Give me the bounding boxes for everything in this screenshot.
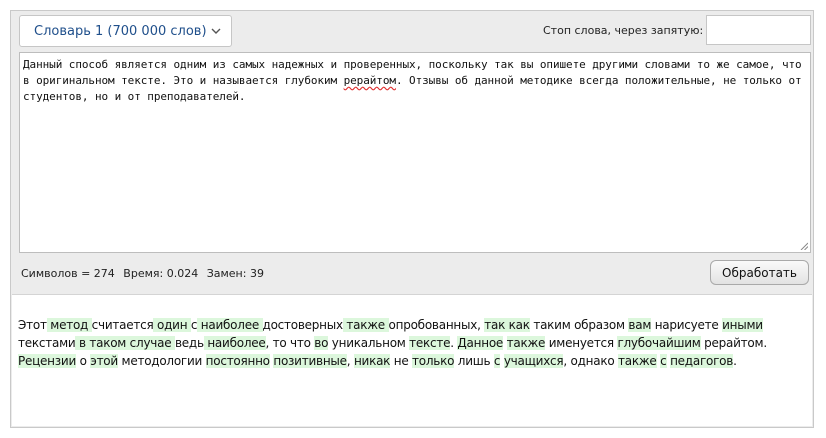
replaced-word: тексте: [409, 336, 451, 350]
result-text-part: , однако: [563, 354, 619, 368]
replaced-word: наиболее: [197, 318, 263, 332]
replaced-word: с: [660, 354, 667, 368]
replaced-word: также: [506, 336, 546, 350]
result-text-part: таким образом: [529, 318, 629, 332]
result-text-part: .: [733, 354, 737, 368]
result-text-part: Этот: [18, 318, 47, 332]
result-text-part: методологии: [117, 354, 206, 368]
result-text-part: не: [390, 354, 413, 368]
replaced-word: вам: [628, 318, 652, 332]
result-text-part: рерайтом.: [700, 336, 767, 350]
result-text: Этот метод считается один с наиболее дос…: [12, 294, 812, 426]
replaced-word: позитивные: [273, 354, 347, 368]
processing-time: Время: 0.024: [123, 267, 199, 280]
synonymizer-panel: Словарь 1 (700 000 слов) Стоп слова, чер…: [10, 10, 814, 428]
replaced-word: так как: [484, 318, 530, 332]
result-text-part: ,: [346, 354, 354, 368]
result-text-part: текстами: [18, 336, 76, 350]
result-text-part: опробованных: [388, 318, 478, 332]
process-button[interactable]: Обработать: [710, 260, 809, 285]
replaced-word: никак: [353, 354, 391, 368]
result-text-part: считается: [91, 318, 154, 332]
replaced-word: Данное: [457, 336, 504, 350]
replaced-word: постоянно: [205, 354, 270, 368]
stats-bar: Символов = 274 Время: 0.024 Замен: 39: [21, 267, 269, 280]
result-text-part: лишь: [454, 354, 494, 368]
dictionary-select-label: Словарь 1 (700 000 слов): [34, 24, 207, 39]
replaced-word: педагогов: [670, 354, 734, 368]
chevron-down-icon: [211, 28, 221, 34]
replaced-word: в таком случае: [75, 336, 175, 350]
result-text-part: нарисуете: [651, 318, 723, 332]
misspelled-word: рерайтом: [343, 74, 396, 87]
stopwords-label: Стоп слова, через запятую:: [543, 24, 704, 37]
replaced-word: Рецензии: [18, 354, 76, 368]
replaced-word: наиболее: [203, 336, 266, 350]
replaced-word: только: [412, 354, 455, 368]
replacements-count: Замен: 39: [206, 267, 264, 280]
symbols-count: Символов = 274: [21, 267, 115, 280]
replaced-word: глубочайшим: [617, 336, 701, 350]
replaced-word: иными: [722, 318, 763, 332]
replaced-word: один: [153, 318, 191, 332]
dictionary-select[interactable]: Словарь 1 (700 000 слов): [19, 15, 232, 47]
replaced-word: также: [618, 354, 657, 368]
source-text-area[interactable]: Данный способ является одним из самых на…: [19, 52, 811, 253]
result-text-part: ведь: [174, 336, 204, 350]
result-text-part: именуется: [545, 336, 618, 350]
result-text-part: уникальном: [328, 336, 410, 350]
resize-grip-icon[interactable]: [800, 242, 808, 250]
result-text-part: достоверных: [262, 318, 344, 332]
replaced-word: также: [342, 318, 389, 332]
replaced-word: этой: [90, 354, 118, 368]
replaced-word: учащихся: [503, 354, 564, 368]
stopwords-input[interactable]: [706, 15, 811, 45]
result-text-part: , то что: [265, 336, 315, 350]
replaced-word: метод: [46, 318, 92, 332]
result-text-part: о: [76, 354, 91, 368]
replaced-word: во: [314, 336, 329, 350]
